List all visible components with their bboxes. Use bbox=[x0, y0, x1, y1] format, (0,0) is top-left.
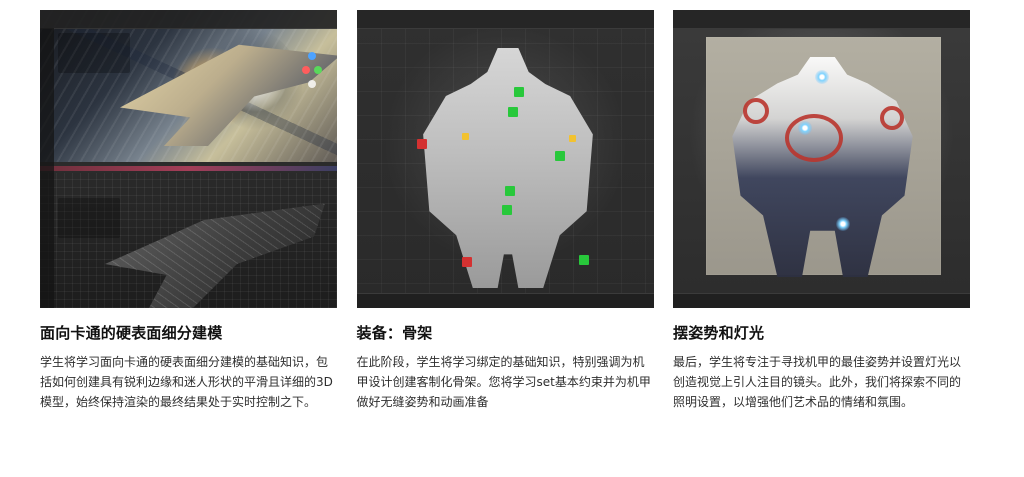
course-grid: 面向卡通的硬表面细分建模 学生将学习面向卡通的硬表面细分建模的基础知识，包括如何… bbox=[40, 10, 970, 470]
axis-gizmo-icon bbox=[302, 52, 322, 98]
light-glow bbox=[836, 217, 850, 231]
card-posing-lighting: 摆姿势和灯光 最后，学生将专注于寻找机甲的最佳姿势并设置灯光以创造视觉上引人注目… bbox=[673, 10, 970, 470]
rig-control bbox=[578, 255, 589, 265]
render-divider bbox=[40, 166, 337, 171]
card-rigging: 装备：骨架 在此阶段，学生将学习绑定的基础知识，特别强调为机甲设计创建客制化骨架… bbox=[356, 10, 654, 470]
viewport-header bbox=[673, 10, 970, 29]
viewport-stats bbox=[58, 33, 130, 73]
rig-control bbox=[416, 139, 427, 149]
rig-control bbox=[504, 186, 515, 196]
light-glow bbox=[815, 70, 829, 84]
card-hard-surface: 面向卡通的硬表面细分建模 学生将学习面向卡通的硬表面细分建模的基础知识，包括如何… bbox=[40, 10, 337, 470]
rig-control bbox=[554, 151, 565, 161]
card-description: 最后，学生将专注于寻找机甲的最佳姿势并设置灯光以创造视觉上引人注目的镜头。此外，… bbox=[673, 355, 962, 409]
card-description: 在此阶段，学生将学习绑定的基础知识，特别强调为机甲设计创建客制化骨架。您将学习s… bbox=[356, 355, 651, 409]
rig-control bbox=[507, 107, 518, 117]
accent-shape bbox=[743, 98, 769, 124]
thumbnail-posing-lighting bbox=[673, 10, 970, 308]
rig-control bbox=[568, 135, 576, 142]
rig-control bbox=[461, 257, 472, 267]
rig-control bbox=[501, 205, 512, 215]
thumbnail-hard-surface bbox=[40, 10, 337, 308]
card-title: 摆姿势和灯光 bbox=[673, 324, 765, 342]
accent-shape bbox=[880, 106, 904, 130]
card-title: 装备：骨架 bbox=[356, 324, 433, 342]
viewport-toolbar bbox=[40, 28, 54, 308]
timeline-bar bbox=[356, 293, 654, 308]
timeline-bar bbox=[673, 293, 970, 308]
thumbnail-rigging bbox=[356, 10, 654, 308]
rig-control bbox=[461, 133, 469, 140]
card-title: 面向卡通的硬表面细分建模 bbox=[40, 324, 223, 342]
rig-control bbox=[513, 87, 524, 97]
viewport-header bbox=[356, 10, 654, 29]
card-description: 学生将学习面向卡通的硬表面细分建模的基础知识，包括如何创建具有锐利边缘和迷人形状… bbox=[40, 355, 333, 409]
light-glow bbox=[798, 121, 812, 135]
viewport-stats bbox=[58, 198, 120, 238]
accent-shape bbox=[785, 114, 843, 162]
viewport-header bbox=[40, 10, 337, 29]
